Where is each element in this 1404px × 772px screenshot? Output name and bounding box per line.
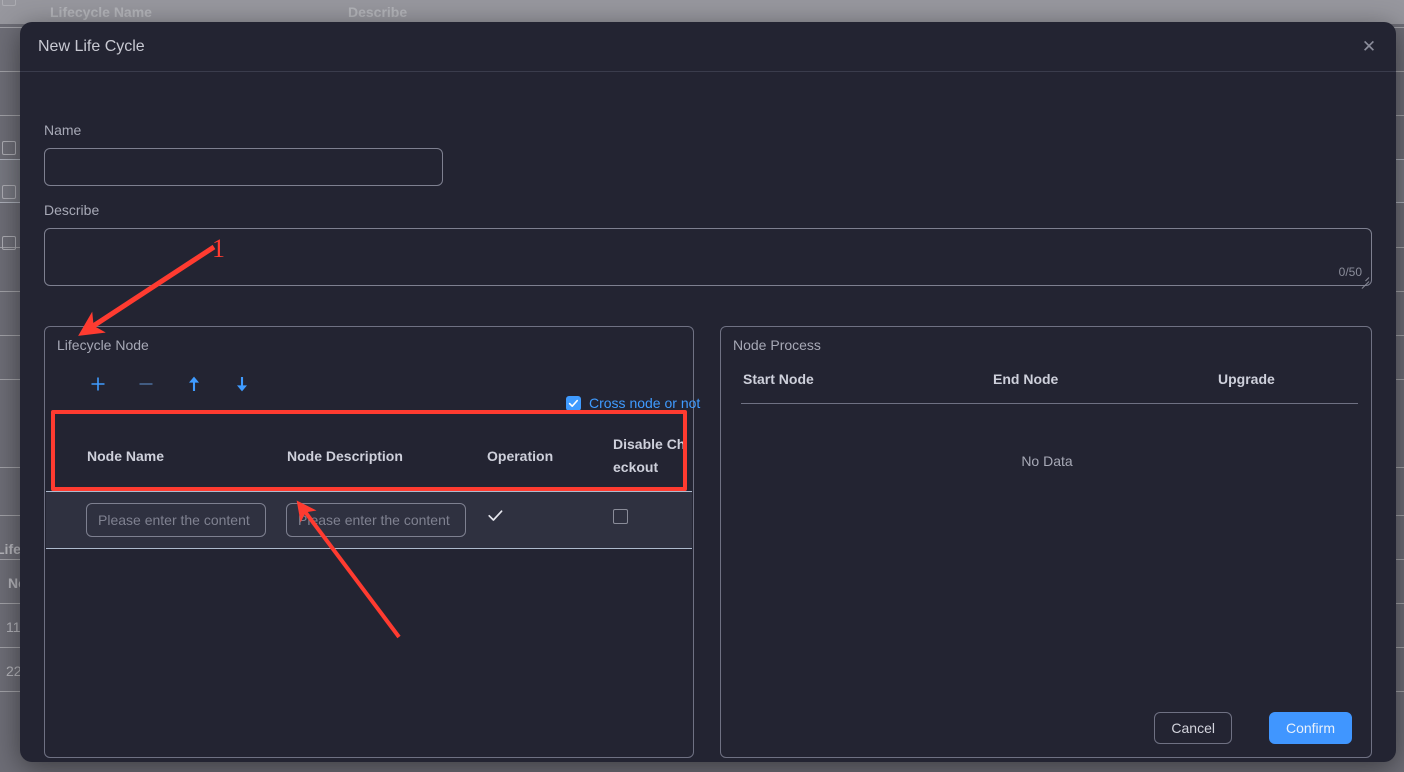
add-node-button[interactable] — [85, 371, 111, 397]
disable-checkout-checkbox[interactable] — [613, 509, 628, 524]
minus-icon — [139, 383, 153, 385]
column-header-upgrade: Upgrade — [1218, 371, 1275, 387]
arrow-down-icon — [237, 377, 247, 392]
plus-icon — [91, 377, 105, 391]
node-name-input[interactable] — [86, 503, 266, 537]
cancel-button[interactable]: Cancel — [1154, 712, 1232, 744]
lifecycle-node-title: Lifecycle Node — [57, 337, 149, 353]
annotation-number-1: 1 — [212, 234, 225, 263]
node-description-input[interactable] — [286, 503, 466, 537]
annotation-highlight-box — [51, 410, 687, 491]
screen: Lifecycle Name Describe Lifecy — [0, 0, 1404, 772]
describe-label: Describe — [44, 202, 100, 218]
remove-node-button[interactable] — [133, 371, 159, 397]
check-icon[interactable] — [486, 506, 505, 530]
dialog-footer: Cancel Confirm — [20, 712, 1396, 762]
arrow-up-icon — [189, 376, 199, 391]
node-process-panel: Node Process Start Node End Node Upgrade… — [720, 326, 1372, 758]
cross-node-label: Cross node or not — [589, 395, 701, 411]
checkbox-checked-icon — [566, 395, 581, 411]
table-divider — [741, 403, 1358, 404]
close-icon[interactable]: ✕ — [1358, 36, 1380, 58]
describe-field: 0/50 — [44, 228, 1372, 289]
dialog-body: Name Describe 0/50 Lifecycle Node Cross … — [20, 72, 1396, 758]
new-life-cycle-dialog: New Life Cycle ✕ Name Describe 0/50 Life… — [20, 22, 1396, 762]
cross-node-checkbox[interactable]: Cross node or not — [566, 395, 700, 411]
table-row — [46, 491, 692, 549]
name-label: Name — [44, 122, 82, 138]
move-up-button[interactable] — [181, 371, 207, 397]
node-process-title: Node Process — [733, 337, 821, 353]
dialog-header: New Life Cycle ✕ — [20, 22, 1396, 72]
move-down-button[interactable] — [229, 371, 255, 397]
lifecycle-node-panel: Lifecycle Node Cross node or not Node Na… — [44, 326, 700, 758]
column-header-start-node: Start Node — [743, 371, 814, 387]
dialog-title: New Life Cycle — [38, 38, 145, 55]
confirm-button[interactable]: Confirm — [1268, 712, 1352, 744]
empty-state-text: No Data — [1021, 453, 1073, 469]
name-input[interactable] — [44, 148, 443, 186]
describe-textarea[interactable] — [44, 228, 1372, 286]
column-header-end-node: End Node — [993, 371, 1059, 387]
